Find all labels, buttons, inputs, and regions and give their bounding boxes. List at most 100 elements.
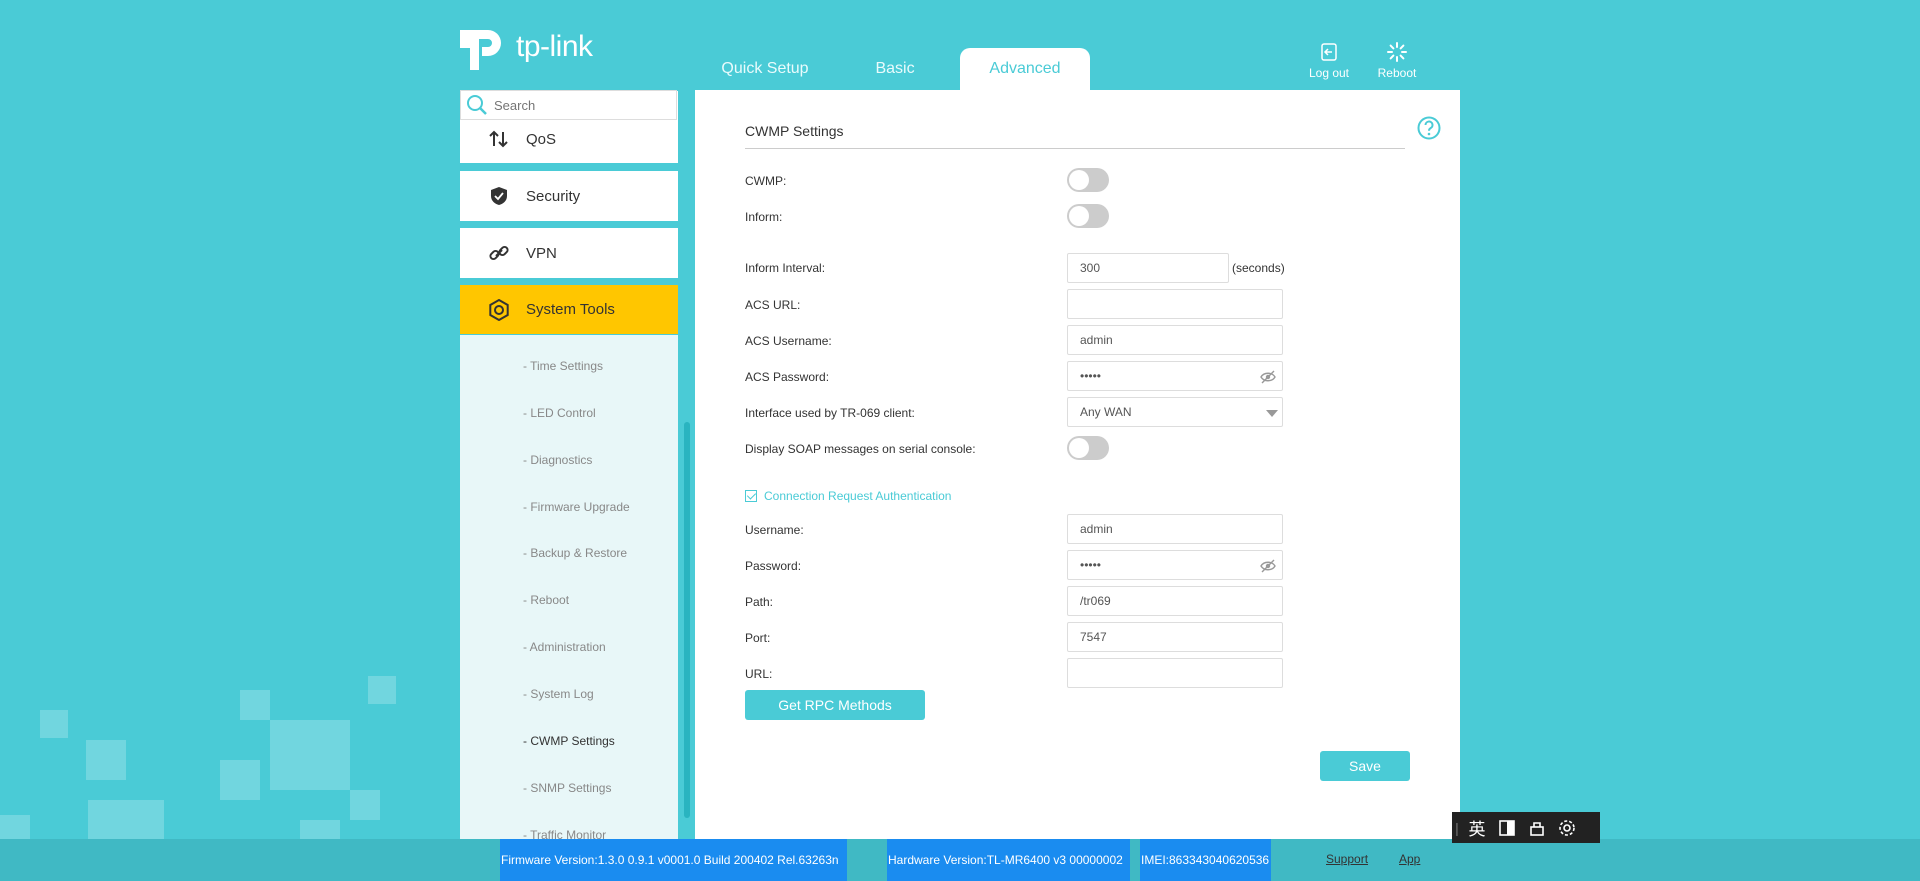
- tab-quick-setup[interactable]: Quick Setup: [700, 48, 830, 90]
- inform-interval-label: Inform Interval:: [745, 261, 826, 275]
- submenu-backup-restore[interactable]: - Backup & Restore: [523, 546, 627, 560]
- sidebar-item-vpn[interactable]: VPN: [460, 228, 678, 278]
- port-field[interactable]: 7547: [1067, 622, 1283, 652]
- acs-username-label: ACS Username:: [745, 334, 832, 348]
- ime-toolbox-icon[interactable]: [1522, 812, 1552, 843]
- system-tools-gear-icon: [487, 298, 511, 321]
- submenu-diagnostics[interactable]: - Diagnostics: [523, 453, 592, 467]
- decorative-tile: [270, 720, 350, 790]
- hide-password-icon[interactable]: [1260, 370, 1276, 384]
- get-rpc-methods-button[interactable]: Get RPC Methods: [745, 690, 925, 720]
- hide-password-icon[interactable]: [1260, 559, 1276, 573]
- cwmp-toggle[interactable]: [1067, 168, 1109, 192]
- hardware-version: Hardware Version:TL-MR6400 v3 00000002: [887, 839, 1130, 881]
- ime-width-icon[interactable]: [1492, 812, 1522, 843]
- sidebar: QoS Security VPN System Tools: [460, 90, 678, 839]
- decorative-tile: [40, 710, 68, 738]
- port-value: 7547: [1080, 630, 1107, 644]
- cwmp-settings-panel: CWMP Settings CWMP: Inform: Inform Inter…: [695, 90, 1460, 839]
- logout-button[interactable]: Log out: [1299, 42, 1359, 80]
- decorative-tile: [368, 676, 396, 704]
- footer: Firmware Version:1.3.0 0.9.1 v0001.0 Bui…: [0, 839, 1920, 881]
- username-value: admin: [1080, 522, 1113, 536]
- ime-toolbar: | 英: [1452, 812, 1600, 843]
- password-value: •••••: [1080, 558, 1102, 572]
- acs-username-field[interactable]: admin: [1067, 325, 1283, 355]
- submenu-system-log[interactable]: - System Log: [523, 687, 594, 701]
- url-label: URL:: [745, 667, 773, 681]
- sidebar-item-security[interactable]: Security: [460, 171, 678, 221]
- connection-request-auth-checkbox[interactable]: Connection Request Authentication: [745, 489, 951, 503]
- tp-link-logo: tp-link: [460, 22, 593, 72]
- title-divider: [745, 148, 1405, 149]
- submenu-traffic-monitor[interactable]: - Traffic Monitor: [523, 828, 606, 839]
- acs-url-label: ACS URL:: [745, 298, 801, 312]
- ime-settings-gear-icon[interactable]: [1552, 812, 1582, 843]
- soap-label: Display SOAP messages on serial console:: [745, 442, 976, 456]
- submenu-snmp-settings[interactable]: - SNMP Settings: [523, 781, 611, 795]
- interface-label: Interface used by TR-069 client:: [745, 406, 915, 420]
- acs-password-field[interactable]: •••••: [1067, 361, 1283, 391]
- username-field[interactable]: admin: [1067, 514, 1283, 544]
- acs-password-label: ACS Password:: [745, 370, 830, 384]
- help-icon[interactable]: [1417, 116, 1441, 145]
- inform-interval-unit: (seconds): [1232, 261, 1285, 275]
- submenu-reboot[interactable]: - Reboot: [523, 593, 569, 607]
- support-link[interactable]: Support: [1326, 852, 1368, 866]
- main-tabs: Quick Setup Basic Advanced: [700, 48, 1090, 90]
- submenu-administration[interactable]: - Administration: [523, 640, 606, 654]
- path-value: /tr069: [1080, 594, 1111, 608]
- decorative-tile: [240, 690, 270, 720]
- sidebar-item-label: Security: [526, 187, 581, 205]
- decorative-tile: [220, 760, 260, 800]
- submenu-cwmp-settings[interactable]: - CWMP Settings: [523, 734, 615, 748]
- search-input[interactable]: [494, 97, 664, 113]
- sidebar-item-label: VPN: [526, 244, 557, 262]
- interface-select[interactable]: Any WAN: [1067, 397, 1283, 427]
- tab-basic[interactable]: Basic: [830, 48, 960, 90]
- submenu-firmware-upgrade[interactable]: - Firmware Upgrade: [523, 500, 630, 514]
- ime-drag-handle[interactable]: |: [1452, 812, 1462, 843]
- shield-icon: [487, 186, 511, 206]
- inform-label: Inform:: [745, 210, 783, 224]
- checkbox-checked-icon: [745, 490, 757, 502]
- app-link[interactable]: App: [1399, 852, 1420, 866]
- tab-advanced[interactable]: Advanced: [960, 48, 1090, 90]
- acs-password-value: •••••: [1080, 369, 1102, 383]
- logout-icon: [1321, 43, 1337, 61]
- cwmp-label: CWMP:: [745, 174, 787, 188]
- sidebar-scrollbar[interactable]: [684, 422, 690, 818]
- inform-interval-value: 300: [1080, 261, 1101, 275]
- chevron-down-icon: [1266, 410, 1278, 417]
- submenu-time-settings[interactable]: - Time Settings: [523, 359, 603, 373]
- logout-label: Log out: [1308, 66, 1350, 80]
- search-box: [460, 90, 677, 120]
- soap-toggle[interactable]: [1067, 436, 1109, 460]
- sidebar-item-label: QoS: [526, 130, 557, 148]
- qos-icon: [487, 130, 511, 148]
- connection-request-auth-label: Connection Request Authentication: [764, 489, 952, 503]
- password-label: Password:: [745, 559, 802, 573]
- inform-interval-field[interactable]: 300: [1067, 253, 1229, 283]
- save-button[interactable]: Save: [1320, 751, 1410, 781]
- inform-toggle[interactable]: [1067, 204, 1109, 228]
- password-field[interactable]: •••••: [1067, 550, 1283, 580]
- decorative-tile: [350, 790, 380, 820]
- ime-language-toggle[interactable]: 英: [1462, 812, 1492, 843]
- tp-link-logo-icon: [460, 22, 512, 72]
- interface-selected-value: Any WAN: [1080, 405, 1132, 419]
- firmware-version: Firmware Version:1.3.0 0.9.1 v0001.0 Bui…: [500, 839, 847, 881]
- system-tools-submenu: - Time Settings - LED Control - Diagnost…: [460, 335, 678, 839]
- acs-url-field[interactable]: [1067, 289, 1283, 319]
- path-label: Path:: [745, 595, 774, 609]
- sidebar-item-system-tools[interactable]: System Tools: [460, 285, 678, 334]
- imei-number: IMEI:863343040620536: [1140, 839, 1271, 881]
- path-field[interactable]: /tr069: [1067, 586, 1283, 616]
- sidebar-item-label: System Tools: [526, 301, 615, 318]
- reboot-button[interactable]: Reboot: [1367, 42, 1427, 80]
- url-field[interactable]: [1067, 658, 1283, 688]
- submenu-led-control[interactable]: - LED Control: [523, 406, 596, 420]
- port-label: Port:: [745, 631, 771, 645]
- acs-username-value: admin: [1080, 333, 1113, 347]
- reboot-icon: [1387, 42, 1407, 62]
